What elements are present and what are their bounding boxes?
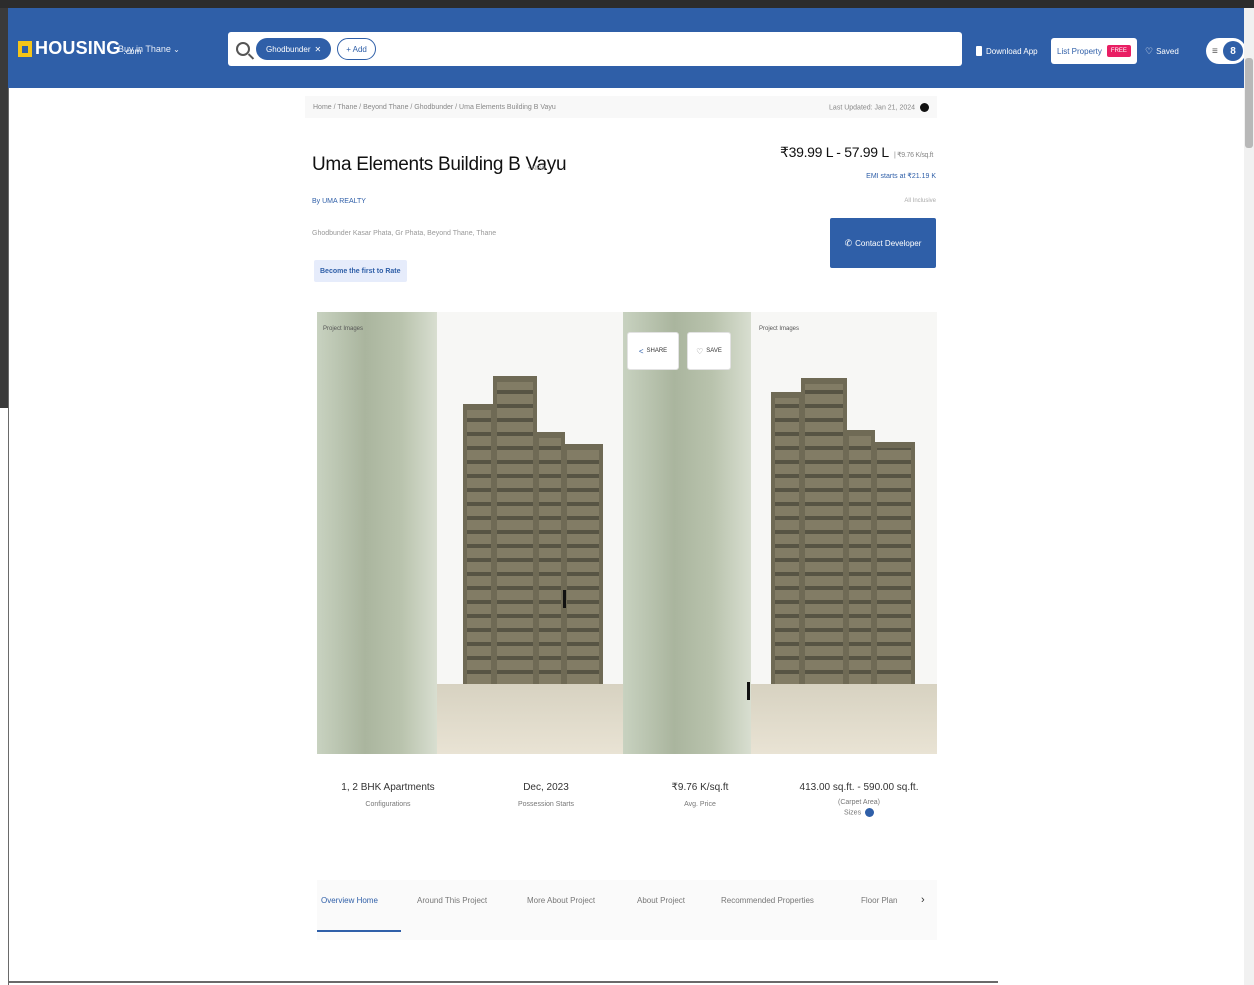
download-app-label: Download App <box>986 46 1038 56</box>
gallery-label: Project Images <box>323 326 364 332</box>
browser-frame: HOUSING .com Buy in Thane Ghodbunder ✕ +… <box>0 0 1254 985</box>
list-property-button[interactable]: List Property FREE <box>1051 38 1137 64</box>
gallery-image-right[interactable]: Project Images <box>623 312 937 754</box>
stat-value: ₹9.76 K/sq.ft <box>671 782 729 793</box>
user-menu-button[interactable]: ≡ 8 <box>1206 38 1246 64</box>
last-updated: Last Updated: Jan 21, 2024 <box>829 102 929 112</box>
stat-sizes: 413.00 sq.ft. - 590.00 sq.ft. (Carpet Ar… <box>784 782 934 817</box>
image-ground <box>429 684 623 754</box>
emi-link[interactable]: EMI starts at ₹21.19 K <box>866 172 936 180</box>
stat-label: Possession Starts <box>517 801 575 808</box>
share-icon: < <box>638 346 644 356</box>
bottom-border <box>8 981 998 983</box>
gallery-image-left[interactable]: Project Images <box>317 312 623 754</box>
project-title: Uma Elements Building B Vayu <box>312 154 567 175</box>
building-image <box>535 432 565 694</box>
list-property-label: List Property <box>1057 46 1102 56</box>
search-bar[interactable]: Ghodbunder ✕ + Add <box>228 32 962 66</box>
stat-value: Dec, 2023 <box>523 782 569 793</box>
info-icon[interactable] <box>920 102 929 112</box>
tab-around-project[interactable]: Around This Project <box>417 896 487 905</box>
stat-configurations: 1, 2 BHK Apartments Configurations <box>338 782 438 808</box>
stat-possession: Dec, 2023 Possession Starts <box>496 782 596 808</box>
building-image <box>563 444 603 694</box>
phone-icon: ✆ <box>844 237 853 248</box>
stat-label: (Carpet Area) <box>837 799 881 806</box>
heart-icon: ♡ <box>696 346 704 356</box>
image-blur-strip <box>317 312 437 754</box>
contact-developer-button[interactable]: ✆ Contact Developer <box>830 218 936 268</box>
site-header: HOUSING .com Buy in Thane Ghodbunder ✕ +… <box>8 8 1246 88</box>
logo-text: HOUSING <box>35 38 121 58</box>
avatar: 8 <box>1223 41 1243 61</box>
new-tag: • NEW <box>528 166 546 172</box>
stat-label: Configurations <box>365 801 411 808</box>
stat-value: 1, 2 BHK Apartments <box>341 782 435 793</box>
building-image <box>771 392 803 694</box>
stat-avg-price: ₹9.76 K/sq.ft Avg. Price <box>650 782 750 808</box>
share-label: SHARE <box>646 348 668 354</box>
sizes-label: Sizes <box>843 809 862 817</box>
saved-link[interactable]: ♡ Saved <box>1145 46 1179 57</box>
free-badge: FREE <box>1106 45 1131 57</box>
price-value: ₹39.99 L - 57.99 L <box>780 144 889 160</box>
saved-label: Saved <box>1156 47 1179 56</box>
building-image <box>463 404 495 694</box>
city-selector[interactable]: Buy in Thane <box>118 44 180 54</box>
left-border <box>8 88 9 985</box>
building-image <box>493 376 537 694</box>
developer-link[interactable]: By UMA REALTY <box>312 198 366 205</box>
search-icon <box>236 42 250 56</box>
top-edge <box>0 0 1254 8</box>
project-gallery[interactable]: Project Images Project Images < SHARE ♡ … <box>317 312 937 754</box>
building-image <box>801 378 847 694</box>
building-image <box>873 442 915 694</box>
active-tab-indicator <box>317 930 401 932</box>
stat-label-sizes: Sizes <box>784 808 934 817</box>
breadcrumb: Home / Thane / Beyond Thane / Ghodbunder… <box>305 96 937 118</box>
image-ground <box>735 684 937 754</box>
stat-label: Avg. Price <box>684 801 716 808</box>
tab-overview[interactable]: Overview Home <box>321 896 378 905</box>
add-locality-button[interactable]: + Add <box>337 38 376 60</box>
share-button[interactable]: < SHARE <box>627 332 679 370</box>
save-label: SAVE <box>706 348 722 354</box>
scrollbar-thumb[interactable] <box>1245 58 1253 148</box>
gallery-label: Project Images <box>759 326 800 332</box>
price-range: ₹39.99 L - 57.99 L | ₹9.76 K/sq.ft <box>780 144 933 161</box>
mobile-phone-icon <box>976 46 982 56</box>
save-button[interactable]: ♡ SAVE <box>687 332 731 370</box>
hamburger-menu-icon: ≡ <box>1212 45 1218 57</box>
heart-icon: ♡ <box>1145 46 1154 56</box>
download-app-link[interactable]: Download App <box>976 46 1038 56</box>
project-address: Ghodbunder Kasar Phata, Gr Phata, Beyond… <box>312 230 497 237</box>
breadcrumb-path[interactable]: Home / Thane / Beyond Thane / Ghodbunder… <box>313 104 556 111</box>
stat-value: 413.00 sq.ft. - 590.00 sq.ft. <box>799 782 919 793</box>
last-updated-text: Last Updated: Jan 21, 2024 <box>829 103 916 111</box>
image-marker <box>563 590 566 608</box>
price-per-sqft: | ₹9.76 K/sq.ft <box>893 152 934 159</box>
page-scrollbar[interactable] <box>1244 8 1254 985</box>
info-icon[interactable] <box>865 808 875 817</box>
contact-developer-label: Contact Developer <box>855 238 922 248</box>
tab-recommended-properties[interactable]: Recommended Properties <box>721 896 814 905</box>
logo-icon <box>18 40 32 57</box>
search-chip-locality[interactable]: Ghodbunder ✕ <box>256 38 332 60</box>
section-tabs: Overview Home Around This Project More A… <box>317 880 937 940</box>
rate-project-button[interactable]: Become the first to Rate <box>314 260 407 282</box>
chevron-right-icon[interactable]: › <box>921 894 925 906</box>
image-blur-strip <box>623 312 751 754</box>
left-edge-shadow <box>0 8 8 408</box>
tab-about-project[interactable]: About Project <box>637 896 685 905</box>
building-image <box>845 430 875 694</box>
price-hint: All Inclusive <box>904 198 936 204</box>
image-marker <box>747 682 750 700</box>
tab-more-about-project[interactable]: More About Project <box>527 896 595 905</box>
close-icon[interactable]: ✕ <box>314 45 321 54</box>
chip-label: Ghodbunder <box>266 44 311 54</box>
tab-floor-plan[interactable]: Floor Plan <box>861 896 897 905</box>
